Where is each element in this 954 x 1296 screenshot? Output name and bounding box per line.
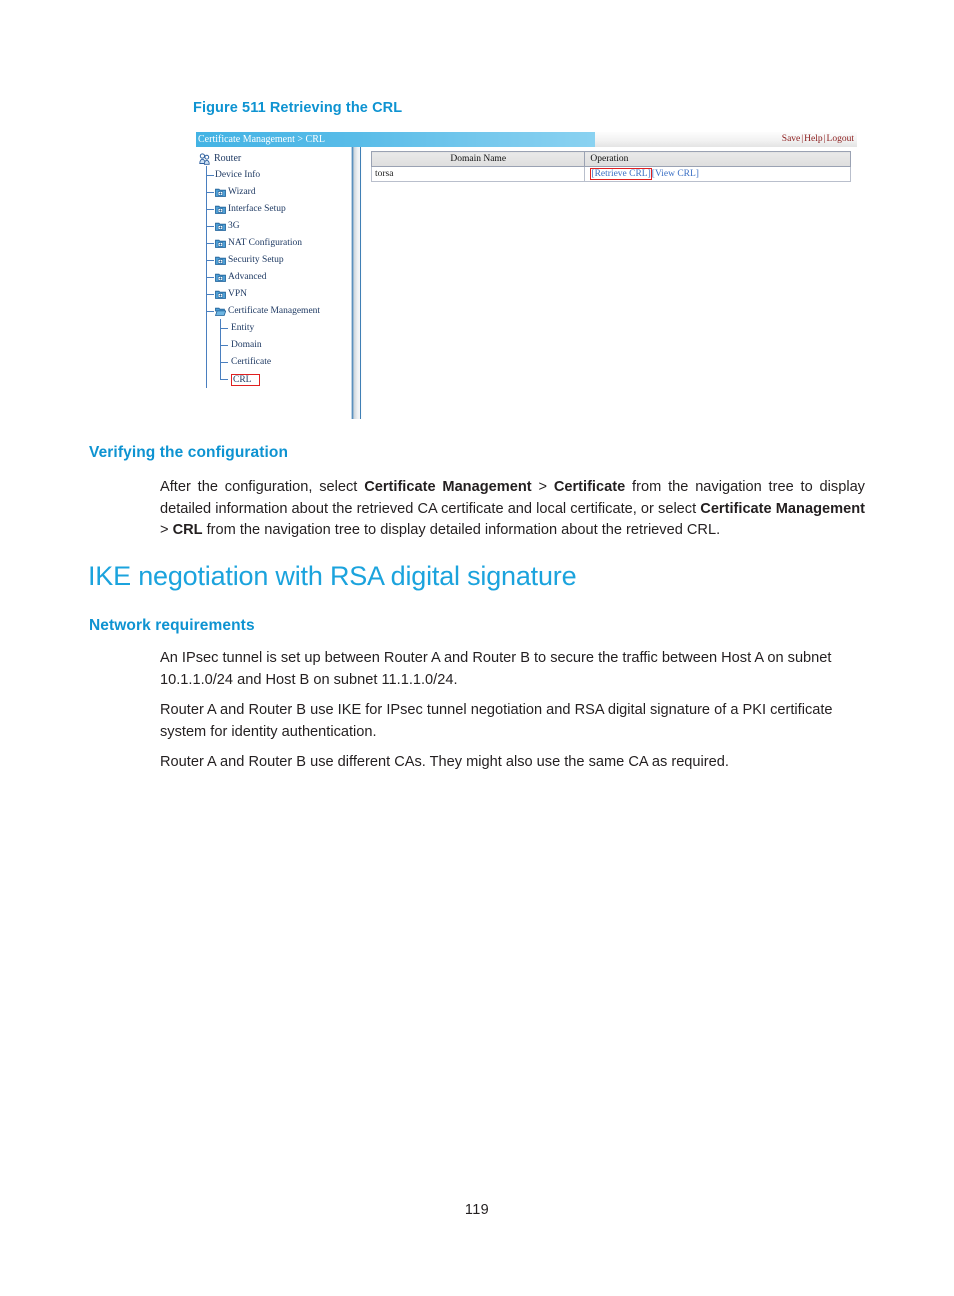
embedded-screenshot: Certificate Management > CRL Save|Help|L… <box>196 132 857 419</box>
tree-item-label: Interface Setup <box>228 204 286 214</box>
text-run-bold: Certificate <box>553 479 626 495</box>
tree-elbow-icon <box>220 379 228 380</box>
router-ui-header-bar: Certificate Management > CRL Save|Help|L… <box>196 132 857 147</box>
folder-closed-icon[interactable] <box>215 239 226 248</box>
tree-elbow-icon <box>206 294 214 295</box>
heading-network-requirements: Network requirements <box>89 617 255 634</box>
paragraph-network-requirements-3: Router A and Router B use different CAs.… <box>160 754 729 770</box>
view-crl-link[interactable]: [View CRL] <box>652 169 699 179</box>
column-header-domain-name: Domain Name <box>370 151 586 167</box>
save-link[interactable]: Save <box>782 134 800 144</box>
panel-splitter[interactable] <box>351 147 363 419</box>
tree-item-entity[interactable]: Entity <box>196 319 351 337</box>
folder-closed-icon[interactable] <box>215 222 226 231</box>
tree-item-security-setup[interactable]: Security Setup <box>196 251 351 269</box>
tree-trunk-line <box>206 353 207 371</box>
breadcrumb: Certificate Management > CRL <box>198 134 325 145</box>
tree-root-label: Router <box>214 153 242 164</box>
tree-item-label: Device Info <box>215 170 261 180</box>
tree-item-label: VPN <box>228 289 248 299</box>
document-page: Figure 511 Retrieving the CRL Certificat… <box>0 0 954 1296</box>
figure-caption: Figure 511 Retrieving the CRL <box>193 100 403 116</box>
router-ui-body: Router Device Info Wizard Interface Setu… <box>196 147 857 419</box>
tree-item-wizard[interactable]: Wizard <box>196 183 351 201</box>
tree-elbow-icon <box>206 243 214 244</box>
page-title-ike-negotiation: IKE negotiation with RSA digital signatu… <box>88 561 577 591</box>
tree-trunk-line <box>206 370 207 388</box>
folder-closed-icon[interactable] <box>215 188 226 197</box>
tree-item-label: 3G <box>228 221 240 231</box>
text-run: from the navigation tree to display deta… <box>202 522 721 538</box>
table-header-row: Domain Name Operation <box>370 151 851 167</box>
cell-operation: [Retrieve CRL][View CRL] <box>584 166 851 182</box>
paragraph-network-requirements-1: An IPsec tunnel is set up between Router… <box>160 650 832 688</box>
crl-table: Domain Name Operation torsa [Retrieve CR… <box>370 151 851 182</box>
tree-elbow-icon <box>206 175 214 176</box>
tree-item-3g[interactable]: 3G <box>196 217 351 235</box>
folder-closed-icon[interactable] <box>215 256 226 265</box>
tree-item-nat-configuration[interactable]: NAT Configuration <box>196 234 351 252</box>
header-links: Save|Help|Logout <box>782 133 854 146</box>
crl-content-panel: Domain Name Operation torsa [Retrieve CR… <box>370 151 851 411</box>
folder-closed-icon[interactable] <box>215 290 226 299</box>
tree-elbow-icon <box>206 311 214 312</box>
tree-trunk-line <box>206 336 207 354</box>
tree-item-device-info[interactable]: Device Info <box>196 166 351 184</box>
page-number: 119 <box>464 1202 490 1218</box>
tree-item-crl[interactable]: CRL <box>196 370 351 388</box>
tree-elbow-icon <box>206 209 214 210</box>
text-run-bold: CRL <box>172 522 203 538</box>
text-run: > <box>160 522 173 538</box>
retrieve-crl-link[interactable]: [Retrieve CRL] <box>590 168 652 180</box>
tree-item-label: NAT Configuration <box>228 238 302 248</box>
tree-item-label: Security Setup <box>228 255 284 265</box>
table-row: torsa [Retrieve CRL][View CRL] <box>370 166 851 182</box>
tree-item-certificate[interactable]: Certificate <box>196 353 351 371</box>
text-run-bold: Certificate Management <box>700 500 865 517</box>
navigation-tree: Router Device Info Wizard Interface Setu… <box>196 147 351 419</box>
folder-closed-icon[interactable] <box>215 205 226 214</box>
paragraph-network-requirements-2: Router A and Router B use IKE for IPsec … <box>160 702 833 740</box>
tree-trunk-line <box>206 319 207 337</box>
heading-verifying-the-configuration: Verifying the configuration <box>89 444 289 461</box>
tree-elbow-icon <box>206 277 214 278</box>
tree-item-advanced[interactable]: Advanced <box>196 268 351 286</box>
tree-item-vpn[interactable]: VPN <box>196 285 351 303</box>
tree-item-label: Advanced <box>228 272 267 282</box>
tree-item-certificate-management[interactable]: Certificate Management <box>196 302 351 320</box>
folder-open-icon[interactable] <box>214 307 227 316</box>
column-header-operation: Operation <box>584 151 851 167</box>
folder-closed-icon[interactable] <box>215 273 226 282</box>
tree-elbow-icon <box>220 328 228 329</box>
tree-elbow-icon <box>206 192 214 193</box>
paragraph-verifying: After the configuration, select Certific… <box>160 477 865 542</box>
tree-item-label: CRL <box>231 373 261 386</box>
help-link[interactable]: Help <box>804 134 822 144</box>
tree-item-domain[interactable]: Domain <box>196 336 351 354</box>
tree-elbow-icon <box>220 362 228 363</box>
text-run: > <box>531 479 554 495</box>
users-icon <box>199 152 211 165</box>
tree-root-router[interactable]: Router <box>196 150 351 167</box>
tree-item-label: Domain <box>231 340 262 350</box>
tree-item-label: Certificate Management <box>228 306 321 316</box>
tree-item-label: Certificate <box>231 357 272 367</box>
tree-item-label: Wizard <box>228 187 256 197</box>
tree-item-interface-setup[interactable]: Interface Setup <box>196 200 351 218</box>
tree-item-label: Entity <box>231 323 255 333</box>
tree-elbow-icon <box>220 345 228 346</box>
tree-elbow-icon <box>206 226 214 227</box>
logout-link[interactable]: Logout <box>827 134 854 144</box>
text-run-bold: Certificate Management <box>364 479 532 495</box>
tree-elbow-icon <box>206 260 214 261</box>
cell-domain-name: torsa <box>370 166 586 182</box>
text-run: After the configuration, select <box>160 479 365 495</box>
